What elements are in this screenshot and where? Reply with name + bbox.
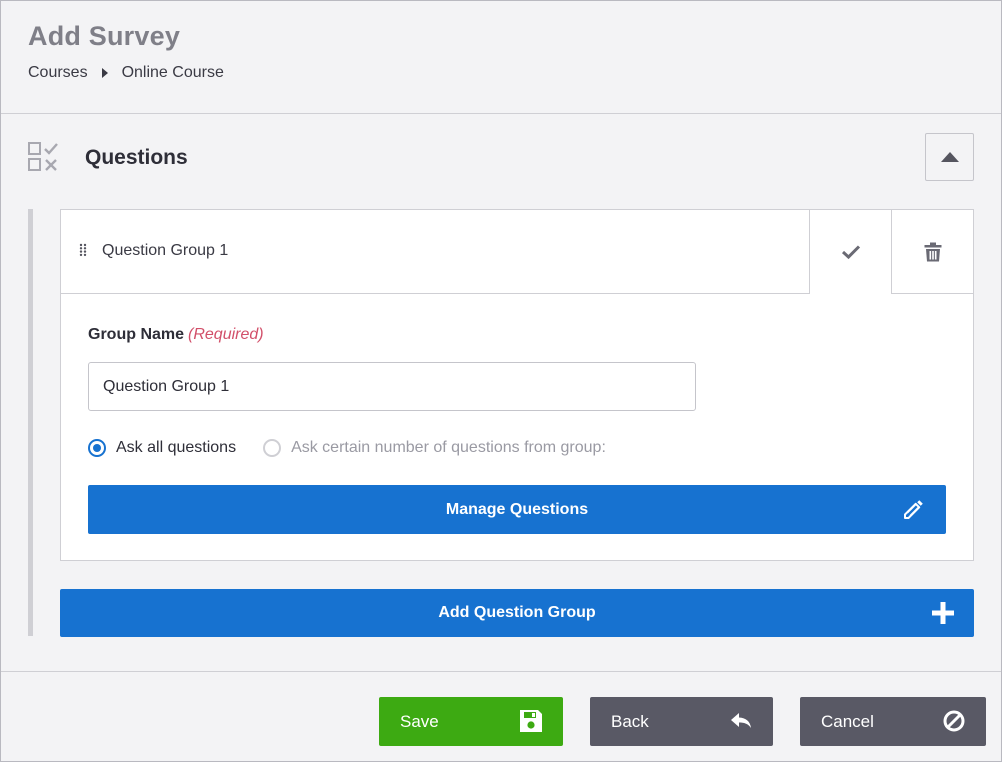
reply-arrow-icon <box>731 713 751 728</box>
question-group-card: Question Group 1 Group Name(Required) As… <box>60 209 974 561</box>
question-group-label: Question Group 1 <box>102 242 229 259</box>
prohibited-icon <box>943 710 965 732</box>
save-label: Save <box>400 712 439 731</box>
plus-icon <box>932 602 954 624</box>
page-title: Add Survey <box>28 21 181 51</box>
ask-certain-radio[interactable] <box>263 439 282 457</box>
ask-all-label[interactable]: Ask all questions <box>116 439 236 457</box>
drag-handle-icon[interactable] <box>79 243 87 257</box>
questions-section-header: Questions <box>1 115 1001 205</box>
group-name-label: Group Name (Required) <box>88 326 264 344</box>
add-question-group-button[interactable]: Add Question Group <box>60 589 974 637</box>
footer-actions: Save Back Cancel <box>1 671 1001 761</box>
floppy-disk-icon <box>520 710 542 732</box>
pencil-icon <box>904 500 923 519</box>
confirm-group-button[interactable] <box>809 210 892 294</box>
manage-questions-button[interactable]: Manage Questions <box>88 485 946 534</box>
breadcrumb-item-online-course[interactable]: Online Course <box>122 64 224 82</box>
checkmark-icon <box>841 245 861 260</box>
ask-certain-label[interactable]: Ask certain number of questions from gro… <box>291 439 606 457</box>
question-group-title-bar[interactable]: Question Group 1 <box>61 210 809 294</box>
add-question-group-label: Add Question Group <box>438 604 596 621</box>
section-left-rule <box>28 209 33 636</box>
checklist-icon <box>28 142 58 171</box>
back-label: Back <box>611 712 649 731</box>
group-name-label-text: Group Name <box>88 326 185 343</box>
back-button[interactable]: Back <box>590 697 773 746</box>
breadcrumb-separator-icon <box>101 68 108 78</box>
question-group-header: Question Group 1 <box>61 210 973 294</box>
section-title: Questions <box>85 146 188 169</box>
caret-up-icon <box>940 152 959 162</box>
group-name-input[interactable] <box>88 362 696 411</box>
trash-icon <box>924 242 941 261</box>
required-indicator: (Required) <box>188 326 264 343</box>
page-header: Add Survey Courses Online Course <box>1 1 1001 114</box>
question-mode-radio-group: Ask all questions Ask certain number of … <box>88 437 606 459</box>
ask-all-radio[interactable] <box>88 439 106 457</box>
cancel-label: Cancel <box>821 712 874 731</box>
collapse-section-button[interactable] <box>925 133 974 181</box>
save-button[interactable]: Save <box>379 697 563 746</box>
breadcrumb-item-courses[interactable]: Courses <box>28 64 88 82</box>
breadcrumb: Courses Online Course <box>28 64 224 82</box>
delete-group-button[interactable] <box>891 210 973 294</box>
cancel-button[interactable]: Cancel <box>800 697 986 746</box>
manage-questions-label: Manage Questions <box>445 500 589 518</box>
